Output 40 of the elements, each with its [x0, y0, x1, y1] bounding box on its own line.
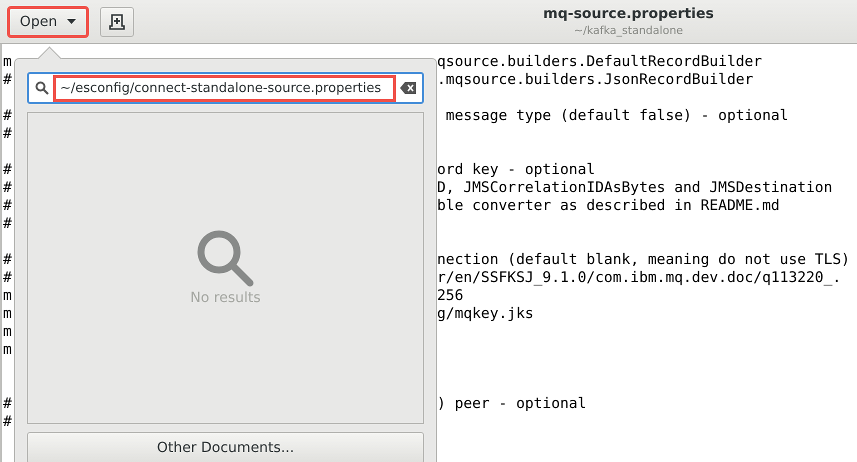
search-text: ~/esconfig/connect-standalone-source.properties — [53, 74, 396, 102]
code-text: m — [2, 341, 12, 358]
code-text: # — [2, 215, 12, 232]
code-text: # — [2, 161, 12, 178]
code-text: # — [2, 251, 12, 268]
search-icon — [196, 230, 254, 288]
clear-icon[interactable] — [400, 82, 416, 94]
code-text: D, JMSCorrelationIDAsBytes and JMSDestination — [436, 179, 832, 196]
code-text: # — [2, 395, 12, 412]
document-plus-icon — [109, 14, 125, 30]
code-text: qsource.builders.DefaultRecordBuilder — [436, 53, 762, 70]
code-text: m — [2, 305, 12, 322]
code-text: g/mqkey.jks — [436, 305, 534, 322]
other-documents-button[interactable]: Other Documents... — [27, 432, 424, 462]
code-text: # — [2, 71, 12, 88]
code-text: # — [2, 269, 12, 286]
code-text: r/en/SSFKSJ_9.1.0/com.ibm.mq.dev.doc/q113220_. — [436, 269, 842, 286]
code-text: ) peer - optional — [436, 395, 586, 412]
code-text: # — [2, 197, 12, 214]
code-text: # — [2, 413, 12, 430]
code-text: # — [2, 125, 12, 142]
code-text: .mqsource.builders.JsonRecordBuilder — [436, 71, 754, 88]
empty-message: No results — [190, 290, 261, 306]
code-text: ord key - optional — [436, 161, 596, 178]
search-field[interactable]: ~/esconfig/connect-standalone-source.properties — [27, 72, 424, 104]
new-document-button[interactable] — [100, 6, 134, 36]
caret-icon — [67, 19, 76, 24]
code-text: nection (default blank, meaning do not use TLS) — [436, 251, 850, 268]
open-button[interactable]: Open — [8, 6, 88, 36]
code-text: m — [2, 287, 12, 304]
code-text: 256 — [436, 287, 464, 304]
search-icon — [35, 81, 49, 95]
code-text: # — [2, 107, 12, 124]
code-text: m — [2, 323, 12, 340]
window-title: mq-source.properties — [543, 6, 714, 22]
code-text: ble converter as described in README.md — [436, 197, 780, 214]
window-subtitle: ~/kafka_standalone — [574, 24, 684, 37]
code-text: message type (default false) - optional — [444, 107, 788, 124]
code-text: # — [2, 179, 12, 196]
code-text: m — [2, 53, 12, 70]
